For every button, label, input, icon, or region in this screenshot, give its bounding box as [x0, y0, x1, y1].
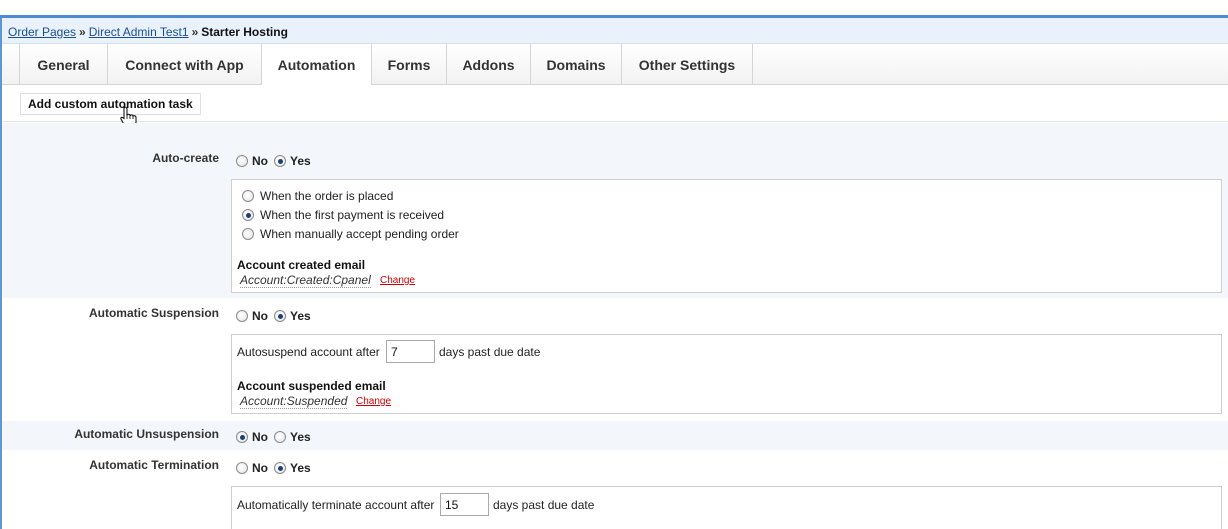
yes-label: Yes [290, 309, 311, 323]
radio-no[interactable] [236, 462, 248, 474]
radio-no-selected[interactable] [236, 431, 248, 443]
breadcrumb-separator: » [79, 25, 86, 39]
tab-bar: General Connect with App Automation Form… [2, 44, 1228, 86]
trigger-label: When manually accept pending order [260, 227, 459, 241]
tab-domains[interactable]: Domains [530, 44, 621, 85]
radio-no[interactable] [236, 155, 248, 167]
unsuspension-yes-option[interactable]: Yes [274, 430, 311, 444]
trigger-manual-accept[interactable]: When manually accept pending order [242, 227, 459, 241]
autocreate-radio-group: No Yes [236, 154, 317, 168]
yes-label: Yes [290, 154, 311, 168]
trigger-first-payment[interactable]: When the first payment is received [242, 208, 444, 222]
breadcrumb-current: Starter Hosting [201, 25, 288, 39]
tab-general[interactable]: General [19, 44, 107, 85]
autocreate-yes-option[interactable]: Yes [274, 154, 311, 168]
suspend-days-input[interactable] [386, 340, 435, 363]
autocreate-no-option[interactable]: No [236, 154, 268, 168]
radio-yes-selected[interactable] [274, 310, 286, 322]
suspension-radio-group: No Yes [236, 309, 317, 323]
radio-yes-selected[interactable] [274, 155, 286, 167]
tab-other-settings[interactable]: Other Settings [621, 44, 753, 85]
termination-settings-box: Automatically terminate account after da… [231, 486, 1222, 529]
change-suspended-email-link[interactable]: Change [356, 396, 391, 407]
terminate-prefix: Automatically terminate account after [237, 498, 435, 512]
no-label: No [252, 461, 268, 475]
section-spacer [2, 123, 1228, 143]
termination-radio-group: No Yes [236, 461, 317, 475]
autosuspend-suffix: days past due date [439, 345, 541, 359]
no-label: No [252, 154, 268, 168]
breadcrumb: Order Pages» Direct Admin Test1» Starter H… [2, 18, 1228, 44]
unsuspension-no-option[interactable]: No [236, 430, 268, 444]
autocreate-label: Auto-create [152, 151, 219, 165]
radio-trigger[interactable] [242, 190, 254, 202]
account-suspended-email-title: Account suspended email [237, 379, 386, 393]
account-suspended-email-name: Account:Suspended [240, 394, 348, 409]
suspension-yes-option[interactable]: Yes [274, 309, 311, 323]
no-label: No [252, 430, 268, 444]
radio-yes-selected[interactable] [274, 462, 286, 474]
trigger-label: When the order is placed [260, 189, 394, 203]
autosuspend-prefix: Autosuspend account after [237, 345, 380, 359]
change-created-email-link[interactable]: Change [380, 275, 415, 286]
unsuspension-radio-group: No Yes [236, 430, 317, 444]
breadcrumb-link-order-pages[interactable]: Order Pages [8, 25, 76, 39]
terminate-suffix: days past due date [493, 498, 595, 512]
termination-no-option[interactable]: No [236, 461, 268, 475]
terminate-days-input[interactable] [440, 493, 489, 516]
tab-addons[interactable]: Addons [446, 44, 530, 85]
termination-yes-option[interactable]: Yes [274, 461, 311, 475]
trigger-order-placed[interactable]: When the order is placed [242, 189, 393, 203]
suspension-label: Automatic Suspension [88, 306, 219, 320]
autocreate-settings-box: When the order is placed When the first … [231, 179, 1222, 293]
radio-trigger[interactable] [242, 228, 254, 240]
trigger-label: When the first payment is received [260, 208, 445, 222]
breadcrumb-separator: » [191, 25, 199, 39]
breadcrumb-link-direct-admin[interactable]: Direct Admin Test1 [89, 25, 189, 39]
termination-label: Automatic Termination [89, 458, 219, 472]
yes-label: Yes [290, 461, 311, 475]
account-created-email-name: Account:Created:Cpanel [240, 273, 371, 288]
suspension-settings-box: Autosuspend account after days past due … [231, 334, 1222, 414]
radio-no[interactable] [236, 310, 248, 322]
tab-connect-with-app[interactable]: Connect with App [107, 44, 261, 85]
account-created-email-title: Account created email [237, 258, 366, 272]
yes-label: Yes [290, 430, 311, 444]
tab-forms[interactable]: Forms [371, 44, 446, 85]
suspension-no-option[interactable]: No [236, 309, 268, 323]
unsuspension-label: Automatic Unsuspension [74, 427, 219, 441]
no-label: No [252, 309, 268, 323]
radio-trigger-selected[interactable] [242, 209, 254, 221]
add-custom-automation-task-button[interactable]: Add custom automation task [20, 93, 201, 115]
radio-yes[interactable] [274, 431, 286, 443]
toolbar: Add custom automation task [2, 85, 1228, 122]
tab-automation[interactable]: Automation [261, 44, 371, 86]
